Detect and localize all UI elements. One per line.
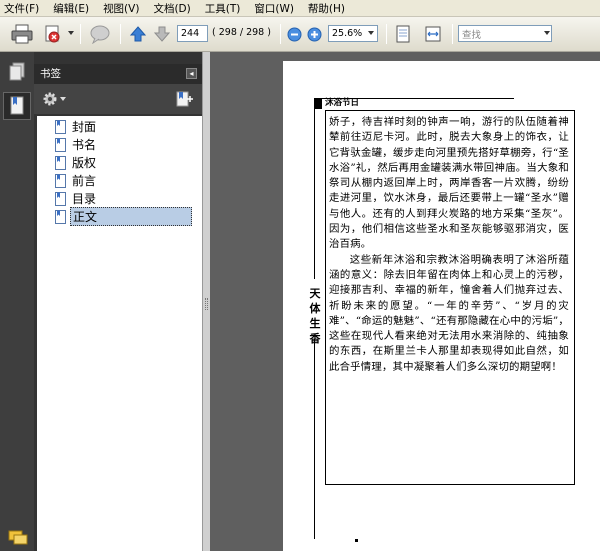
margin-line xyxy=(314,109,315,279)
pages-icon xyxy=(9,62,25,81)
bookmark-label: 前言 xyxy=(72,174,97,188)
panel-title: 书签 xyxy=(40,68,61,80)
create-pdf-icon xyxy=(45,25,60,43)
toolbar-separator xyxy=(80,24,81,44)
menu-bar: 文件(F) 编辑(E) 视图(V) 文档(D) 工具(T) 窗口(W) 帮助(H… xyxy=(0,0,600,17)
fit-width-icon xyxy=(425,26,441,42)
bookmark-item-preface[interactable]: 前言 xyxy=(55,172,98,189)
search-placeholder: 查找 xyxy=(462,29,482,41)
search-input[interactable]: 查找 xyxy=(458,25,552,42)
arrow-down-icon xyxy=(153,26,171,42)
toolbar-separator xyxy=(386,24,387,44)
bookmark-icon xyxy=(55,209,66,224)
zoom-level-value: 25.6% xyxy=(332,28,363,39)
menu-window[interactable]: 窗口(W) xyxy=(254,1,294,16)
page-header-title: 沐浴节日 xyxy=(325,98,360,108)
bookmarks-panel: 书签 ◂ 封面 书名 版权 前言 目录 正文 xyxy=(34,52,202,551)
bookmark-icon xyxy=(10,96,24,115)
print-button[interactable] xyxy=(8,22,36,46)
printer-icon xyxy=(11,24,33,44)
paragraph: 娇子，待吉祥时刻的钟声一响，游行的队伍随着神辇前往迈尼卡河。此时，脱去大象身上的… xyxy=(329,116,569,251)
comments-icon xyxy=(8,530,28,545)
bookmark-label: 版权 xyxy=(72,156,97,170)
zoom-out-button[interactable] xyxy=(285,22,303,46)
pdf-page: 沐浴节日 天体生香 娇子，待吉祥时刻的钟声一响，游行的队伍随着神辇前往迈尼卡河。… xyxy=(283,61,600,551)
next-page-button[interactable] xyxy=(151,22,173,46)
bookmark-icon xyxy=(55,191,66,206)
chevron-down-icon[interactable] xyxy=(368,31,374,35)
page-body-text: 娇子，待吉祥时刻的钟声一响，游行的队伍随着神辇前往迈尼卡河。此时，脱去大象身上的… xyxy=(329,115,569,375)
new-bookmark-icon xyxy=(176,91,193,107)
page-header: 沐浴节日 xyxy=(314,98,514,109)
page-mark xyxy=(355,539,358,542)
fit-page-button[interactable] xyxy=(392,22,414,46)
panel-header: 书签 ◂ xyxy=(34,64,202,84)
bookmark-icon xyxy=(55,119,66,134)
toolbar-separator xyxy=(452,24,453,44)
navigation-strip xyxy=(0,52,34,551)
previous-page-button[interactable] xyxy=(127,22,149,46)
zoom-in-icon xyxy=(307,27,321,41)
bookmark-icon xyxy=(55,155,66,170)
pages-panel-button[interactable] xyxy=(8,62,26,85)
comments-panel-button[interactable] xyxy=(8,530,28,549)
bookmark-item-body[interactable]: 正文 xyxy=(55,207,192,226)
menu-document[interactable]: 文档(D) xyxy=(153,1,190,16)
gear-icon xyxy=(43,92,57,106)
bookmark-label: 书名 xyxy=(72,138,97,152)
bookmark-item-title[interactable]: 书名 xyxy=(55,136,98,153)
toolbar-separator xyxy=(280,24,281,44)
bookmark-label: 封面 xyxy=(72,120,97,134)
arrow-up-icon xyxy=(129,26,147,42)
speech-bubble-icon xyxy=(90,25,110,44)
menu-help[interactable]: 帮助(H) xyxy=(308,1,345,16)
paragraph: 这些新年沐浴和宗教沐浴明确表明了沐浴所蕴涵的意义：除去旧年留在肉体上和心灵上的污… xyxy=(329,253,569,373)
bookmark-icon xyxy=(55,173,66,188)
chevron-down-icon[interactable] xyxy=(544,31,550,35)
options-button[interactable] xyxy=(42,91,66,107)
bookmark-label: 目录 xyxy=(72,192,97,206)
bookmark-label: 正文 xyxy=(70,207,192,226)
menu-tools[interactable]: 工具(T) xyxy=(205,1,241,16)
bookmark-item-copyright[interactable]: 版权 xyxy=(55,154,98,171)
bookmarks-panel-button[interactable] xyxy=(3,92,31,120)
splitter-grip xyxy=(205,298,208,310)
collapse-panel-button[interactable]: ◂ xyxy=(186,68,197,79)
menu-file[interactable]: 文件(F) xyxy=(4,1,39,16)
chevron-down-icon xyxy=(60,97,66,101)
menu-view[interactable]: 视图(V) xyxy=(103,1,139,16)
vertical-title: 天体生香 xyxy=(307,286,323,346)
vertical-title-text: 天体生香 xyxy=(309,287,321,345)
toolbar-separator xyxy=(120,24,121,44)
comment-button[interactable] xyxy=(86,22,114,46)
create-pdf-button[interactable] xyxy=(40,22,66,46)
chevron-down-icon[interactable] xyxy=(68,31,74,35)
fit-width-button[interactable] xyxy=(422,22,444,46)
page-count: ( 298 / 298 ) xyxy=(212,27,271,38)
menu-edit[interactable]: 编辑(E) xyxy=(53,1,89,16)
header-marker xyxy=(314,98,322,109)
page-number-input[interactable]: 244 xyxy=(177,25,208,42)
bookmark-list: 封面 书名 版权 前言 目录 正文 xyxy=(37,116,202,551)
panel-toolbar xyxy=(34,84,202,114)
toolbar: 244 ( 298 / 298 ) 25.6% 查找 xyxy=(0,17,600,52)
zoom-in-button[interactable] xyxy=(305,22,323,46)
fit-page-icon xyxy=(396,25,410,43)
panel-splitter[interactable] xyxy=(202,52,210,551)
new-bookmark-button[interactable] xyxy=(176,90,194,111)
bookmark-icon xyxy=(55,137,66,152)
zoom-out-icon xyxy=(287,27,301,41)
document-view: 沐浴节日 天体生香 娇子，待吉祥时刻的钟声一响，游行的队伍随着神辇前往迈尼卡河。… xyxy=(210,52,600,551)
margin-line xyxy=(314,339,315,539)
bookmark-item-contents[interactable]: 目录 xyxy=(55,190,98,207)
bookmark-item-cover[interactable]: 封面 xyxy=(55,118,98,135)
